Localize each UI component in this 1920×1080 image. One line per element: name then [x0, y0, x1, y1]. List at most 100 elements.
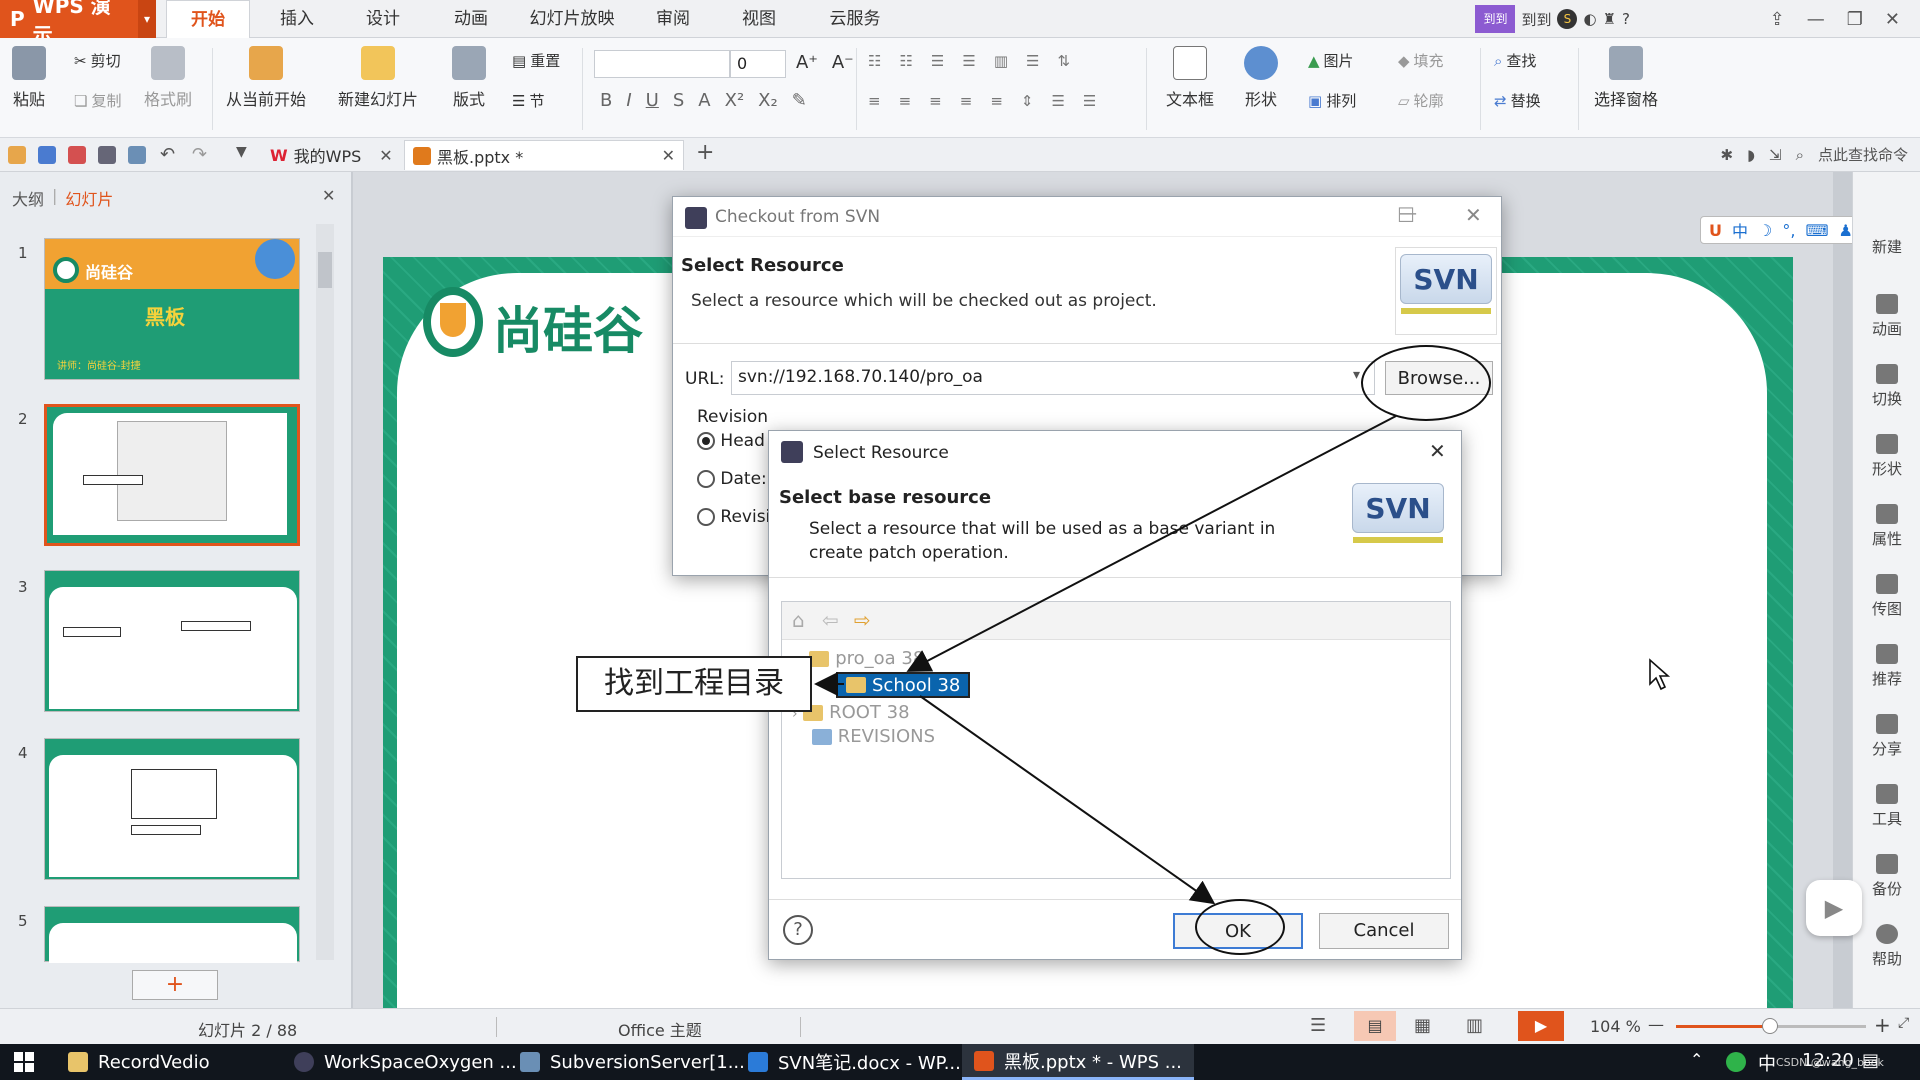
punctuation-icon[interactable]: °, [1782, 221, 1795, 240]
radio-button[interactable] [697, 432, 715, 450]
indent-left-icon[interactable]: ☰ [1051, 92, 1064, 110]
taskbar-item-svn-notes[interactable]: SVN笔记.docx - WP... [736, 1044, 973, 1080]
keyboard-icon[interactable]: ⌨ [1805, 221, 1828, 240]
collapse-ribbon-icon[interactable]: ⇪ [1770, 9, 1785, 30]
tab-design[interactable]: 设计 [348, 0, 418, 38]
tree-item-school-selected[interactable]: School 38 [836, 672, 971, 698]
forward-arrow-icon[interactable]: ⇨ [854, 608, 871, 632]
subscript-icon[interactable]: X₂ [758, 90, 778, 111]
bold-icon[interactable]: B [600, 90, 612, 111]
bullets-icon[interactable]: ☷ [868, 52, 881, 70]
tab-document[interactable]: 黑板.pptx * ✕ [404, 140, 684, 170]
zoom-level[interactable]: 104 % [1590, 1017, 1641, 1036]
sidebar-item-animation[interactable]: 动画 [1853, 294, 1920, 339]
resource-tree[interactable]: ⌂ ⇦ ⇨ ⌄ pro_oa 38 School 38 › ROOT 38 RE… [781, 601, 1451, 879]
video-play-icon[interactable]: ▶ [1806, 880, 1862, 936]
text-direction-icon[interactable]: ⇅ [1057, 52, 1070, 70]
clear-format-icon[interactable]: ✎ [792, 90, 807, 111]
font-size-select[interactable]: 0 [730, 50, 786, 78]
columns-icon[interactable]: ▥ [994, 52, 1008, 70]
taskbar-item-recordvedio[interactable]: RecordVedio [56, 1044, 222, 1080]
play-from-current-button[interactable]: 从当前开始 [226, 46, 306, 110]
copy-button[interactable]: ❏ 复制 [74, 90, 121, 111]
tab-animation[interactable]: 动画 [436, 0, 506, 38]
minimize-icon[interactable]: — [1807, 9, 1825, 30]
taskbar-item-workspace[interactable]: WorkSpaceOxygen ... [282, 1044, 529, 1080]
close-icon[interactable]: ✕ [662, 146, 675, 165]
selection-pane-button[interactable]: 选择窗格 [1594, 46, 1658, 110]
indent-icon[interactable]: ☰ [962, 52, 975, 70]
shrink-font-icon[interactable]: A⁻ [832, 52, 854, 73]
slide-thumbnail-1[interactable]: 尚硅谷 黑板 讲师：尚硅谷-封捷 [44, 238, 300, 380]
tag-icon[interactable]: ◗ [1747, 146, 1755, 164]
help-icon[interactable]: ? [1622, 10, 1630, 28]
home-icon[interactable]: ⌂ [792, 608, 805, 632]
windows-start-icon[interactable] [14, 1052, 34, 1072]
sidebar-item-tools[interactable]: 工具 [1853, 784, 1920, 829]
ime-mode-label[interactable]: 中 [1732, 218, 1748, 242]
sidebar-item-recommend[interactable]: 推荐 [1853, 644, 1920, 689]
line-spacing-icon[interactable]: ☰ [1026, 52, 1039, 70]
reading-view-icon[interactable]: ▥ [1466, 1015, 1483, 1036]
skin-icon[interactable]: ◐ [1583, 10, 1596, 28]
scrollbar-thumb[interactable] [318, 252, 332, 288]
distribute-icon[interactable]: ≡ [990, 92, 1003, 110]
arrange-button[interactable]: ▣ 排列 [1308, 90, 1356, 111]
sidebar-item-transition[interactable]: 切换 [1853, 364, 1920, 409]
open-icon[interactable] [8, 146, 26, 164]
command-search[interactable]: ✱ ◗ ⇲ ⌕ 点此查找命令 [1721, 144, 1908, 165]
user-icon[interactable]: ♟ [1839, 221, 1853, 240]
sorter-view-icon[interactable]: ▦ [1414, 1015, 1431, 1036]
undo-icon[interactable]: ↶ [160, 144, 175, 165]
avatar[interactable]: 到到 [1475, 5, 1516, 33]
radio-button[interactable] [697, 508, 715, 526]
slide-thumbnail-2[interactable] [44, 404, 300, 546]
back-arrow-icon[interactable]: ⇦ [822, 608, 839, 632]
url-input[interactable]: svn://192.168.70.140/pro_oa [731, 361, 1375, 395]
find-button[interactable]: ⌕ 查找 [1494, 50, 1536, 71]
outline-button[interactable]: ▱ 轮廓 [1398, 90, 1444, 111]
picture-button[interactable]: ▲ 图片 [1308, 50, 1354, 71]
radio-date[interactable]: Date: [697, 469, 767, 489]
sidebar-item-share[interactable]: 分享 [1853, 714, 1920, 759]
replace-button[interactable]: ⇄ 替换 [1494, 90, 1541, 111]
tab-insert[interactable]: 插入 [262, 0, 332, 38]
pin-icon[interactable]: ✱ [1721, 146, 1734, 164]
tab-view[interactable]: 视图 [724, 0, 794, 38]
tab-slides[interactable]: 幻灯片 [65, 186, 113, 210]
thumbnail-scrollbar[interactable] [316, 224, 334, 960]
add-slide-button[interactable]: + [132, 970, 218, 1000]
maximize-icon[interactable]: ☐ [1397, 203, 1415, 227]
account-area[interactable]: 到到 到到 S ◐ ♜ ? [1475, 4, 1630, 34]
tab-review[interactable]: 审阅 [638, 0, 708, 38]
fill-button[interactable]: ◆ 填充 [1398, 50, 1444, 71]
print-preview-icon[interactable] [128, 146, 146, 164]
tab-home[interactable]: 开始 [166, 0, 250, 38]
taskbar-item-blackboard[interactable]: 黑板.pptx * - WPS ... [962, 1044, 1194, 1080]
close-icon[interactable]: ✕ [379, 146, 392, 165]
chevron-down-icon[interactable]: ▼ [236, 144, 247, 160]
slide-thumbnail-3[interactable] [44, 570, 300, 712]
close-icon[interactable]: ✕ [1465, 203, 1482, 227]
sidebar-item-backup[interactable]: 备份 [1853, 854, 1920, 899]
justify-icon[interactable]: ≡ [960, 92, 973, 110]
paste-button[interactable]: 粘贴 [12, 46, 46, 110]
save-icon[interactable] [38, 146, 56, 164]
align-right-icon[interactable]: ≡ [929, 92, 942, 110]
radio-head[interactable]: Head [697, 431, 765, 451]
close-icon[interactable]: ✕ [322, 186, 335, 205]
fit-window-icon[interactable]: ⤢ [1898, 1015, 1909, 1031]
textbox-button[interactable]: 文本框 [1166, 46, 1214, 110]
sidebar-item-shape[interactable]: 形状 [1853, 434, 1920, 479]
play-slideshow-icon[interactable]: ▶ [1518, 1011, 1564, 1041]
section-button[interactable]: ☰ 节 [512, 90, 544, 111]
tree-item-revisions[interactable]: REVISIONS [812, 726, 935, 747]
help-icon[interactable]: ? [783, 915, 813, 945]
numbering-icon[interactable]: ☷ [899, 52, 912, 70]
grow-font-icon[interactable]: A⁺ [796, 52, 818, 73]
reset-button[interactable]: ▤ 重置 [512, 50, 560, 71]
sidebar-item-upload-image[interactable]: 传图 [1853, 574, 1920, 619]
new-slide-button[interactable]: 新建幻灯片 [338, 46, 418, 110]
tab-cloud[interactable]: 云服务 [810, 0, 900, 38]
moon-icon[interactable]: ☽ [1758, 221, 1772, 240]
